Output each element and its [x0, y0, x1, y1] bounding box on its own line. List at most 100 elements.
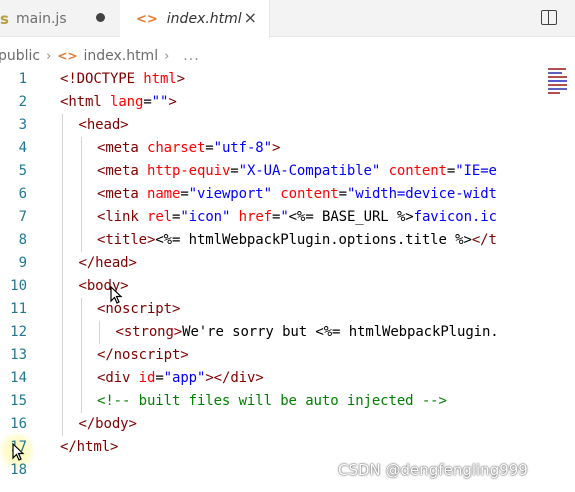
code-token: </html>	[60, 439, 119, 455]
indent-guide	[62, 390, 63, 413]
code-text: </head>	[79, 252, 137, 275]
breadcrumb-file[interactable]: index.html	[83, 48, 158, 64]
line-number: 13	[10, 347, 27, 363]
code-token: =	[155, 370, 164, 386]
tab-label: index.html	[166, 11, 242, 27]
line-number: 11	[10, 301, 27, 317]
code-line[interactable]: 15 <!-- built files will be auto injected…	[0, 390, 545, 413]
indent-guide	[80, 137, 82, 160]
code-line[interactable]: 14 <div id="app"></div>	[0, 367, 545, 390]
line-number: 14	[10, 370, 27, 386]
indent-guide	[80, 367, 82, 390]
code-line[interactable]: 7 <link rel="icon" href="<%= BASE_URL %>f…	[0, 206, 545, 229]
breadcrumb: public › <> index.html › ...	[0, 45, 200, 67]
code-line[interactable]: 5 <meta http-equiv="X-UA-Compatible" cont…	[0, 160, 545, 183]
code-line[interactable]: 6 <meta name="viewport" content="width=de…	[0, 183, 545, 206]
code-text: <html lang="">	[60, 91, 177, 114]
code-line[interactable]: 1 <!DOCTYPE html>	[0, 68, 545, 91]
code-line[interactable]: 3 <head>	[0, 114, 545, 137]
code-text: <div id="app"></div>	[97, 367, 264, 390]
indent-guide	[62, 413, 63, 436]
code-token: </t	[471, 232, 497, 248]
code-token: favicon.ic	[413, 209, 497, 225]
code-text: </body>	[79, 413, 137, 436]
code-line[interactable]: 17 </html>	[0, 436, 545, 459]
indent-guide	[80, 229, 82, 252]
line-number: 2	[18, 94, 27, 110]
code-line[interactable]: 9 </head>	[0, 252, 545, 275]
code-token: "utf-8"	[213, 140, 272, 156]
code-token: >	[176, 71, 185, 87]
code-token: id	[138, 370, 156, 386]
close-tab-icon[interactable]: ×	[244, 8, 257, 27]
code-token: <title>	[97, 232, 156, 248]
indent-guide	[80, 321, 82, 344]
indent-guide	[62, 367, 63, 390]
code-token: content	[388, 163, 447, 179]
code-token: ""	[151, 94, 169, 110]
breadcrumb-more[interactable]: ...	[183, 48, 199, 64]
code-line[interactable]: 11 <noscript>	[0, 298, 545, 321]
indent-guide	[80, 183, 82, 206]
code-token: </noscript>	[97, 347, 189, 363]
indent-guide	[62, 321, 63, 344]
code-line[interactable]: 8 <title><%= htmlWebpackPlugin.options.ti…	[0, 229, 545, 252]
chevron-right-icon: ›	[164, 48, 170, 64]
tab-index-html[interactable]: <> index.html ×	[120, 0, 270, 38]
code-text: </noscript>	[97, 344, 189, 367]
chevron-right-icon: ›	[46, 48, 52, 64]
js-file-icon: s	[0, 9, 9, 28]
code-token: =	[180, 186, 189, 202]
indent-guide	[62, 275, 63, 298]
code-line[interactable]: 2 <html lang="">	[0, 91, 545, 114]
indent-guide	[62, 344, 63, 367]
line-number: 1	[18, 71, 27, 87]
code-token: <head>	[78, 117, 129, 133]
code-line[interactable]: 13 </noscript>	[0, 344, 545, 367]
code-text: <title><%= htmlWebpackPlugin.options.tit…	[97, 229, 497, 252]
code-line[interactable]: 10 <body>	[0, 275, 545, 298]
code-line[interactable]: 12 <strong>We're sorry but <%= htmlWebpac…	[0, 321, 545, 344]
line-number: 10	[10, 278, 27, 294]
indent-guide	[62, 137, 63, 160]
code-text: </html>	[60, 436, 118, 459]
vertical-scrollbar[interactable]	[567, 66, 575, 492]
split-editor-icon[interactable]	[541, 10, 557, 25]
code-text: <!-- built files will be auto injected -…	[97, 390, 447, 413]
watermark: CSDN @dengfengling999	[338, 461, 528, 479]
code-token: <!DOCTYPE	[60, 71, 144, 87]
code-text: <meta name="viewport" content="width=dev…	[97, 183, 497, 206]
breadcrumb-folder[interactable]: public	[0, 48, 40, 64]
code-text: <!DOCTYPE html>	[60, 68, 185, 91]
html-file-icon: <>	[136, 11, 158, 27]
indent-guide	[80, 160, 82, 183]
tab-main-js[interactable]: s main.js	[0, 0, 120, 37]
code-text: <strong>We're sorry but <%= htmlWebpackP…	[116, 321, 499, 344]
code-token: >	[271, 140, 281, 156]
indent-guide	[62, 206, 63, 229]
html-file-icon: <>	[57, 49, 78, 63]
code-token: rel	[146, 209, 172, 225]
indent-guide	[80, 344, 82, 367]
more-actions-icon[interactable]	[569, 0, 575, 37]
code-token: http-equiv	[146, 163, 231, 179]
code-line[interactable]: 16 </body>	[0, 413, 545, 436]
code-token: <%= BASE_URL %>	[288, 209, 414, 225]
code-line[interactable]: 4 <meta charset="utf-8">	[0, 137, 545, 160]
code-token: href	[238, 209, 272, 225]
code-token: "viewport"	[188, 186, 272, 202]
code-token: <div	[97, 370, 139, 386]
code-token: ></div>	[205, 370, 264, 386]
code-token: "X-UA-Compatible"	[238, 163, 381, 179]
line-number: 7	[18, 209, 27, 225]
line-number: 6	[18, 186, 27, 202]
code-token: "icon"	[180, 209, 231, 225]
code-token: <html	[60, 94, 110, 110]
code-token: html	[143, 71, 177, 87]
code-token: name	[146, 186, 181, 202]
unsaved-dot-icon[interactable]	[96, 13, 105, 22]
line-number: 3	[18, 117, 27, 133]
code-token: </body>	[78, 416, 137, 432]
indent-guide	[62, 229, 63, 252]
